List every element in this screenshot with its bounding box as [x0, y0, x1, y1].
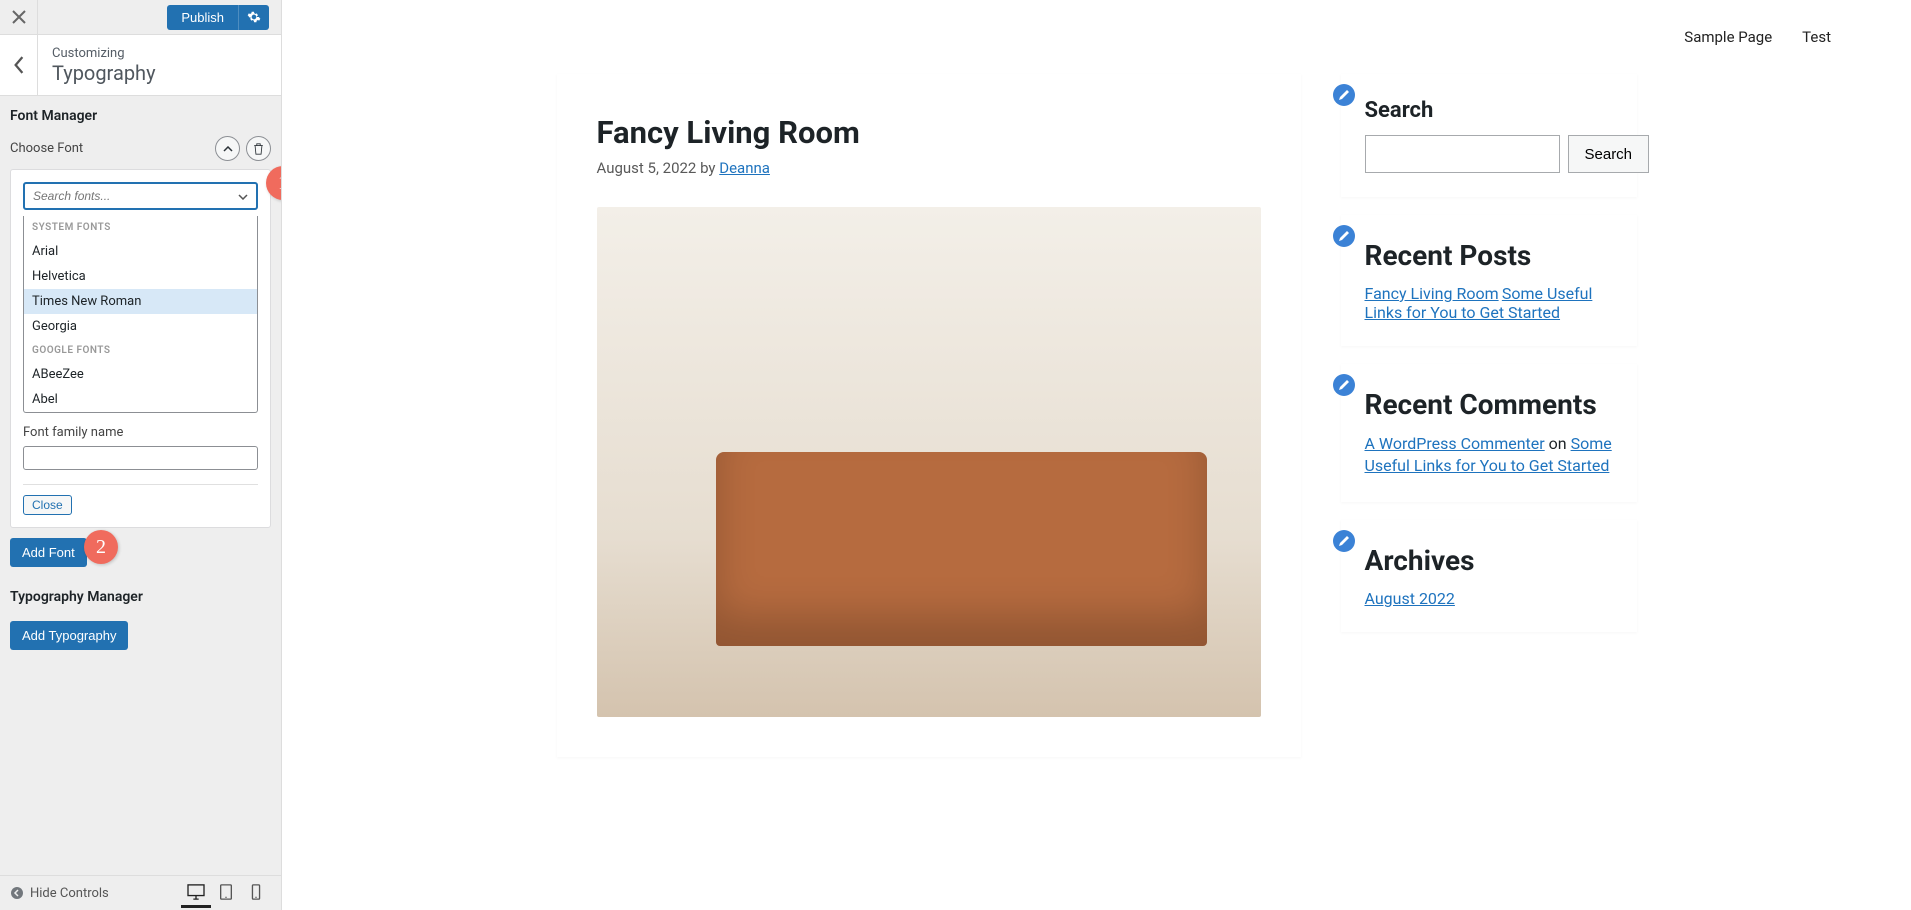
widget-recent-comments: Recent Comments A WordPress Commenter on…	[1341, 364, 1637, 502]
sidebar-top-bar: Publish	[0, 0, 281, 35]
mobile-icon	[251, 884, 261, 900]
comment-on-text: on	[1545, 434, 1571, 453]
edit-widget-button[interactable]	[1333, 84, 1355, 106]
chevron-down-icon	[238, 189, 248, 204]
font-option[interactable]: Abel	[24, 387, 257, 412]
nav-link-sample-page[interactable]: Sample Page	[1684, 28, 1772, 46]
chevron-up-icon	[223, 146, 233, 152]
post-content: Fancy Living Room August 5, 2022 by Dean…	[557, 74, 1301, 757]
edit-widget-button[interactable]	[1333, 530, 1355, 552]
font-family-label: Font family name	[23, 425, 258, 440]
sidebar-body: Font Manager Choose Font 1	[0, 96, 281, 875]
close-customizer-button[interactable]	[0, 0, 38, 34]
device-desktop-button[interactable]	[181, 878, 211, 908]
close-icon	[12, 10, 26, 24]
collapse-left-icon	[10, 886, 24, 900]
comment-author-link[interactable]: A WordPress Commenter	[1365, 434, 1545, 453]
edit-widget-button[interactable]	[1333, 225, 1355, 247]
recent-post-link[interactable]: Fancy Living Room	[1365, 284, 1499, 303]
pencil-icon	[1338, 89, 1350, 101]
recent-comments-title: Recent Comments	[1365, 388, 1613, 421]
search-widget-title: Search	[1365, 98, 1613, 123]
font-search-select[interactable]	[23, 182, 258, 210]
font-option[interactable]: Arial	[24, 239, 257, 264]
close-card-button[interactable]: Close	[23, 495, 72, 515]
font-family-input[interactable]	[23, 446, 258, 470]
post-date: August 5, 2022	[597, 159, 697, 177]
font-option[interactable]: Helvetica	[24, 264, 257, 289]
delete-font-button[interactable]	[246, 136, 271, 161]
gear-icon	[247, 10, 261, 24]
add-typography-button[interactable]: Add Typography	[10, 621, 128, 650]
annotation-badge-2: 2	[84, 530, 118, 564]
desktop-icon	[187, 884, 205, 900]
hide-controls-label: Hide Controls	[30, 886, 109, 901]
post-meta: August 5, 2022 by Deanna	[597, 159, 1261, 177]
font-manager-heading: Font Manager	[10, 108, 271, 124]
back-button[interactable]	[0, 35, 38, 95]
site-nav: Sample Page Test	[282, 0, 1911, 74]
dropdown-group-google: GOOGLE FONTS	[24, 339, 257, 362]
widget-search: Search Search	[1341, 74, 1637, 197]
pencil-icon	[1338, 230, 1350, 242]
search-button[interactable]: Search	[1568, 135, 1650, 173]
archive-link[interactable]: August 2022	[1365, 589, 1455, 608]
post-author-link[interactable]: Deanna	[719, 159, 770, 177]
typography-manager-heading: Typography Manager	[10, 589, 271, 605]
widget-recent-posts: Recent Posts Fancy Living Room Some Usef…	[1341, 215, 1637, 346]
archives-title: Archives	[1365, 544, 1613, 577]
sidebar-widgets: Search Search Recent Posts Fancy Living …	[1341, 74, 1637, 757]
dropdown-group-system: SYSTEM FONTS	[24, 216, 257, 239]
annotation-badge-1: 1	[266, 166, 281, 200]
customizing-label: Customizing	[52, 46, 156, 61]
nav-link-test[interactable]: Test	[1802, 28, 1831, 46]
device-mobile-button[interactable]	[241, 878, 271, 908]
pencil-icon	[1338, 379, 1350, 391]
font-option[interactable]: Times New Roman	[24, 289, 257, 314]
edit-widget-button[interactable]	[1333, 374, 1355, 396]
tablet-icon	[219, 884, 233, 900]
device-tablet-button[interactable]	[211, 878, 241, 908]
publish-settings-button[interactable]	[238, 5, 269, 30]
preview-pane: Sample Page Test Fancy Living Room Augus…	[282, 0, 1911, 910]
trash-icon	[253, 143, 264, 155]
section-title: Typography	[52, 61, 156, 85]
search-input[interactable]	[1365, 135, 1560, 173]
font-dropdown: SYSTEM FONTS Arial Helvetica Times New R…	[23, 216, 258, 413]
font-card: 1 SYSTEM FONTS Arial Helvetica Times New…	[10, 169, 271, 528]
font-option[interactable]: ABeeZee	[24, 362, 257, 387]
pencil-icon	[1338, 535, 1350, 547]
add-font-button[interactable]: Add Font	[10, 538, 87, 567]
chevron-left-icon	[13, 56, 25, 74]
font-option[interactable]: Georgia	[24, 314, 257, 339]
collapse-font-button[interactable]	[215, 136, 240, 161]
recent-posts-title: Recent Posts	[1365, 239, 1613, 272]
widget-archives: Archives August 2022	[1341, 520, 1637, 632]
post-featured-image	[597, 207, 1261, 717]
publish-button[interactable]: Publish	[167, 5, 238, 30]
sidebar-header: Customizing Typography	[0, 35, 281, 96]
choose-font-label: Choose Font	[10, 141, 83, 156]
post-by: by	[696, 159, 719, 177]
sidebar-footer: Hide Controls	[0, 875, 281, 910]
font-search-input[interactable]	[33, 189, 238, 203]
customizer-sidebar: Publish Customizing Typography Font Mana…	[0, 0, 282, 910]
hide-controls-button[interactable]: Hide Controls	[10, 886, 109, 901]
post-title: Fancy Living Room	[597, 114, 1261, 151]
